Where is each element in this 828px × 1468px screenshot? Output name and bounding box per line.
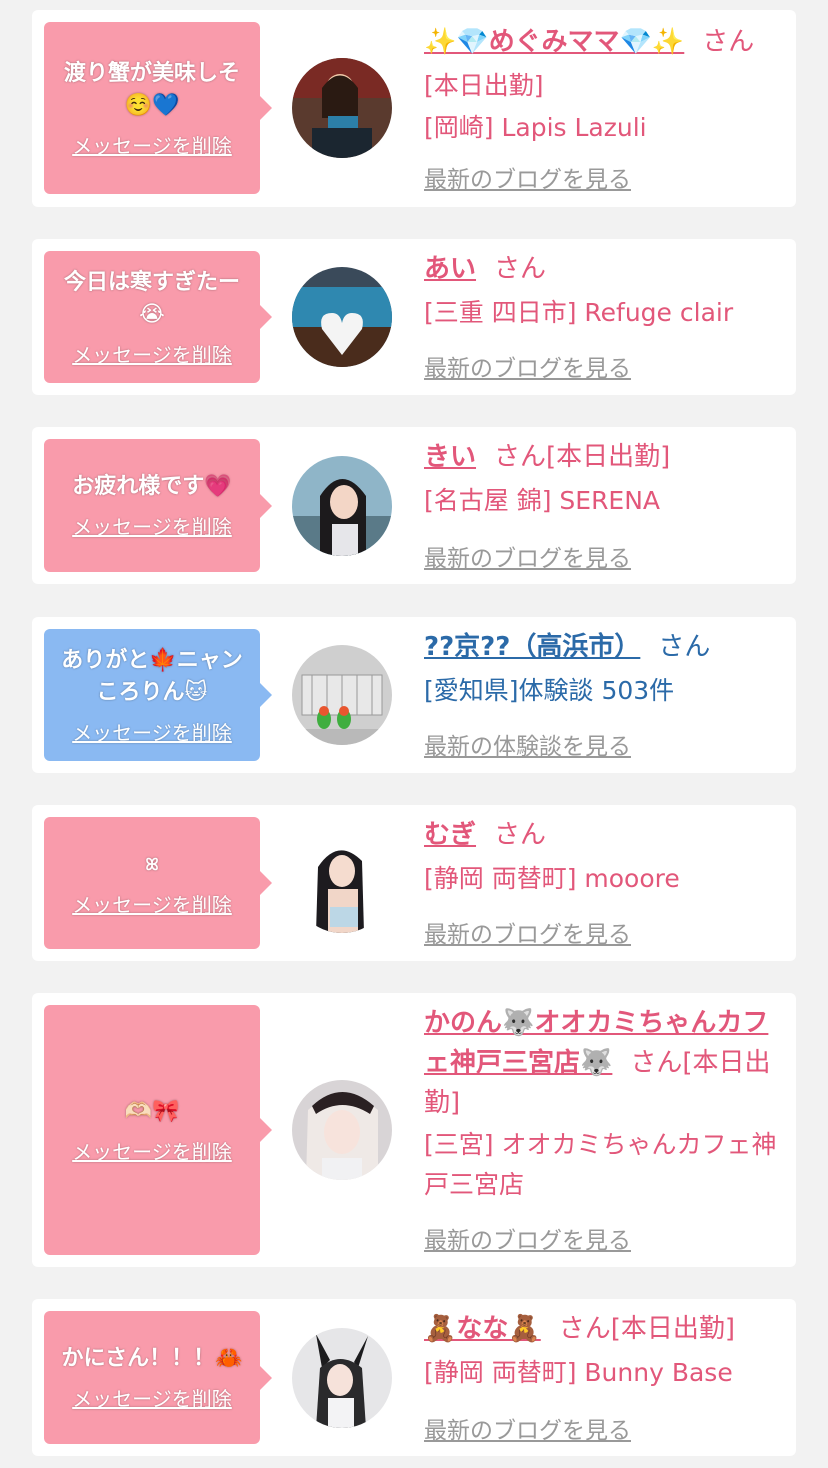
message-card: ꕤ メッセージを削除 むぎ さん [静岡 両替町] mooore 最新のブログを見… [32,805,796,961]
latest-blog-link[interactable]: 最新のブログを見る [424,1221,631,1255]
card-info: むぎ さん [静岡 両替町] mooore [424,815,788,899]
honorific: さん [702,27,755,57]
avatar[interactable] [292,267,392,367]
message-list: 渡り蟹が美味しそ☺️💙 メッセージを削除 ✨💎めぐみママ💎✨ さん [本日出勤] … [0,0,828,1468]
latest-blog-link[interactable]: 最新のブログを見る [424,160,631,194]
message-text: 今日は寒すぎたー😭 [63,269,240,327]
avatar[interactable] [292,456,392,556]
message-card: 🫶🏻🎀 メッセージを削除 かのん🐺オオカミちゃんカフェ神戸三宮店🐺 さん[本日出勤… [32,993,796,1267]
message-bubble: お疲れ様です💗 メッセージを削除 [44,439,272,572]
honorific: さん[本日出勤] [558,1314,736,1344]
user-name-link[interactable]: 🧸なな🧸 [424,1314,541,1344]
avatar[interactable] [292,58,392,158]
message-card: 今日は寒すぎたー😭 メッセージを削除 あい さん [三重 四日市] Refuge … [32,239,796,395]
card-info: かのん🐺オオカミちゃんカフェ神戸三宮店🐺 さん[本日出勤] [三宮] オオカミちゃ… [424,1003,788,1205]
card-info: 🧸なな🧸 さん[本日出勤] [静岡 両替町] Bunny Base [424,1309,788,1393]
message-bubble: かにさん！！！🦀 メッセージを削除 [44,1311,272,1444]
user-name-link[interactable]: あい [424,254,476,284]
message-bubble: 🫶🏻🎀 メッセージを削除 [44,1005,272,1255]
message-card: かにさん！！！🦀 メッセージを削除 🧸なな🧸 さん[本日出勤] [静岡 両替町] … [32,1299,796,1456]
honorific: さん [494,820,547,850]
avatar[interactable] [292,1080,392,1180]
honorific: さん [658,632,711,662]
message-text: かにさん！！！🦀 [61,1346,243,1371]
latest-blog-link[interactable]: 最新のブログを見る [424,915,631,949]
latest-blog-link[interactable]: 最新のブログを見る [424,539,631,573]
shop-text: [三重 四日市] Refuge clair [424,298,734,327]
user-name-link[interactable]: むぎ [424,820,476,850]
avatar[interactable] [292,1328,392,1428]
review-count-text: [愛知県]体験談 503件 [424,676,675,705]
message-bubble: 今日は寒すぎたー😭 メッセージを削除 [44,251,272,383]
shop-text: [岡崎] Lapis Lazuli [424,113,647,142]
latest-review-link[interactable]: 最新の体験談を見る [424,727,631,761]
user-name-link[interactable]: ??京??（高浜市） [424,632,640,662]
delete-message-link[interactable]: メッセージを削除 [72,511,232,540]
shop-text: [名古屋 錦] SERENA [424,486,661,515]
user-name-link[interactable]: きい [424,442,476,472]
delete-message-link[interactable]: メッセージを削除 [72,339,232,368]
message-card: お疲れ様です💗 メッセージを削除 きい さん[本日出勤] [名古屋 錦] SERE… [32,427,796,584]
message-text: ありがと🍁ニャンころりん🐱 [61,647,243,705]
latest-blog-link[interactable]: 最新のブログを見る [424,1411,631,1445]
honorific: さん[本日出勤] [494,442,671,472]
delete-message-link[interactable]: メッセージを削除 [72,130,232,159]
message-bubble: 渡り蟹が美味しそ☺️💙 メッセージを削除 [44,22,272,194]
card-info: ✨💎めぐみママ💎✨ さん [本日出勤] [岡崎] Lapis Lazuli [424,22,788,148]
message-text: お疲れ様です💗 [72,474,232,499]
card-info: きい さん[本日出勤] [名古屋 錦] SERENA [424,437,788,521]
message-card: 渡り蟹が美味しそ☺️💙 メッセージを削除 ✨💎めぐみママ💎✨ さん [本日出勤] … [32,10,796,207]
shop-text: [三宮] オオカミちゃんカフェ神戸三宮店 [424,1130,777,1199]
message-card: ありがと🍁ニャンころりん🐱 メッセージを削除 ??京??（高浜市） さん [愛知… [32,617,796,773]
message-text: 渡り蟹が美味しそ☺️💙 [63,60,240,118]
shop-text: [静岡 両替町] Bunny Base [424,1358,733,1387]
avatar[interactable] [292,833,392,933]
message-bubble: ありがと🍁ニャンころりん🐱 メッセージを削除 [44,629,272,761]
honorific: さん [494,254,547,284]
delete-message-link[interactable]: メッセージを削除 [72,889,232,918]
avatar[interactable] [292,645,392,745]
message-text: 🫶🏻🎀 [124,1098,180,1124]
card-info: ??京??（高浜市） さん [愛知県]体験談 503件 [424,627,788,711]
user-name-link[interactable]: ✨💎めぐみママ💎✨ [424,27,684,57]
delete-message-link[interactable]: メッセージを削除 [72,1383,232,1412]
shop-text: [静岡 両替町] mooore [424,864,680,893]
message-bubble: ꕤ メッセージを削除 [44,817,272,949]
latest-blog-link[interactable]: 最新のブログを見る [424,349,631,383]
delete-message-link[interactable]: メッセージを削除 [72,1136,232,1165]
delete-message-link[interactable]: メッセージを削除 [72,717,232,746]
message-text: ꕤ [145,854,159,874]
card-info: あい さん [三重 四日市] Refuge clair [424,249,788,333]
status-text: [本日出勤] [424,71,544,100]
